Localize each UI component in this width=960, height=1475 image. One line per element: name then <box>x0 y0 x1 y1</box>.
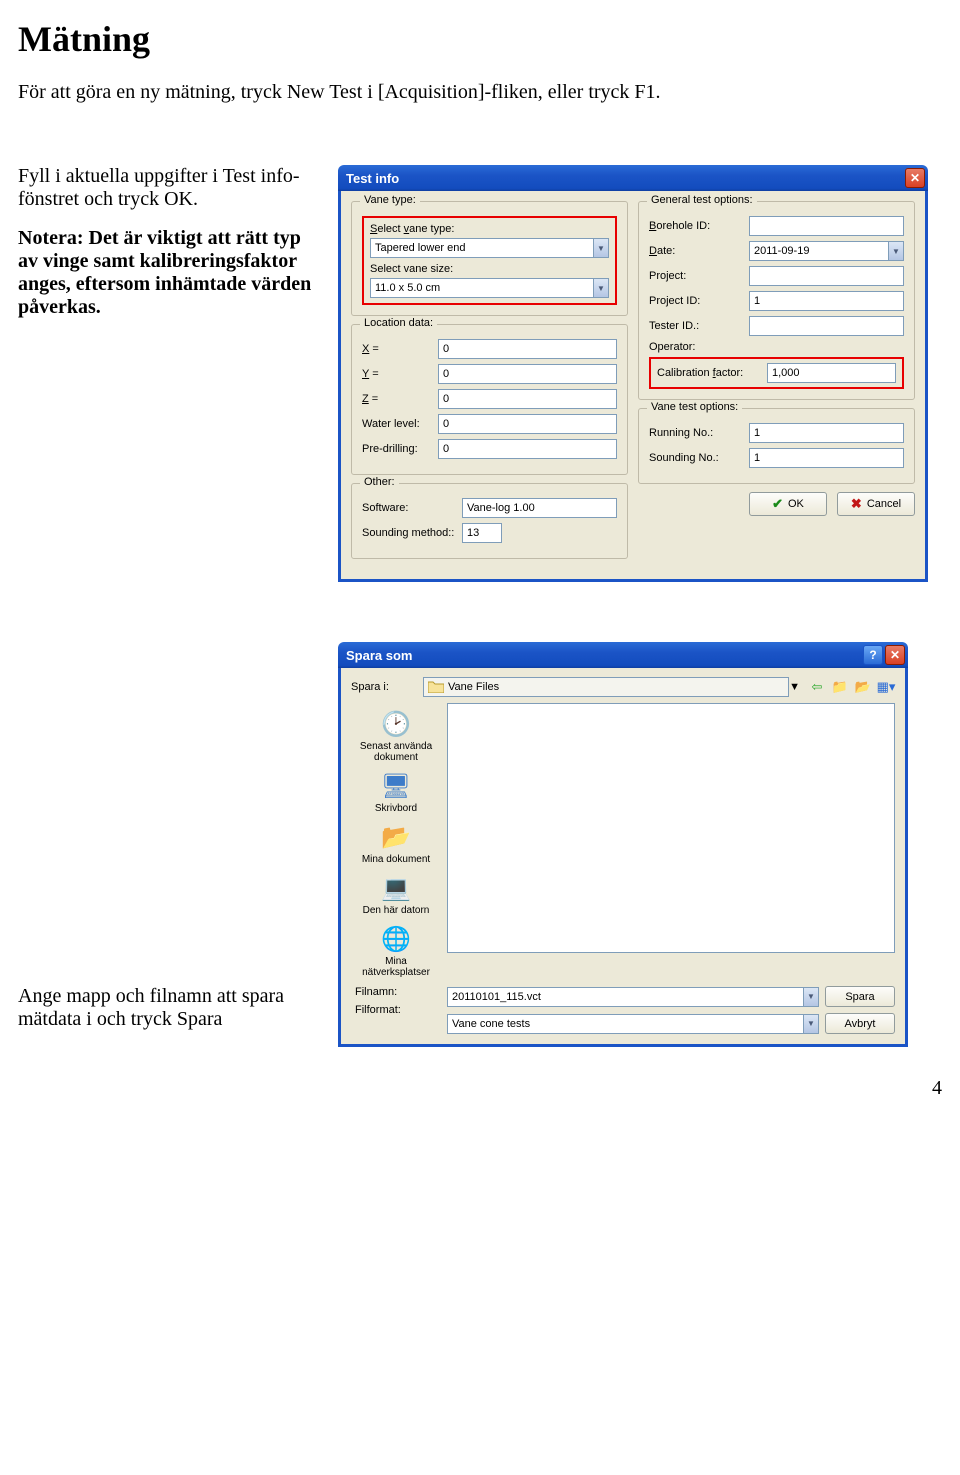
chevron-down-icon[interactable]: ▼ <box>789 681 800 693</box>
cancel-save-button[interactable]: Avbryt <box>825 1013 895 1034</box>
date-select[interactable]: 2011-09-19▼ <box>749 241 904 261</box>
projectid-input[interactable]: 1 <box>749 291 904 311</box>
ok-button[interactable]: ✔OK <box>749 492 827 516</box>
close-icon[interactable]: ✕ <box>885 645 905 665</box>
calibration-input[interactable]: 1,000 <box>767 363 896 383</box>
check-icon: ✔ <box>772 496 783 512</box>
project-input[interactable] <box>749 266 904 286</box>
new-folder-icon[interactable]: 📂 <box>854 678 872 696</box>
help-icon[interactable]: ? <box>863 645 883 665</box>
page-number: 4 <box>18 1077 942 1100</box>
save-button[interactable]: Spara <box>825 986 895 1007</box>
vane-type-group: Vane type: Select vane type: Tapered low… <box>351 201 628 316</box>
borehole-input[interactable] <box>749 216 904 236</box>
save-in-select[interactable]: Vane Files ▼ <box>423 676 800 697</box>
vane-type-select[interactable]: Tapered lower end▼ <box>370 238 609 258</box>
general-group: General test options: Borehole ID: Date:… <box>638 201 915 400</box>
note-text: Notera: Det är viktigt att rätt typ av v… <box>18 227 318 319</box>
folder-icon <box>428 680 444 693</box>
vane-size-select[interactable]: 11.0 x 5.0 cm▼ <box>370 278 609 298</box>
network-icon: 🌐 <box>381 924 411 954</box>
filename-label: Filnamn: <box>355 986 397 998</box>
place-desktop[interactable]: 🖥Skrivbord <box>351 769 441 816</box>
views-icon[interactable]: ▦▾ <box>877 678 895 696</box>
test-info-titlebar[interactable]: Test info ✕ <box>338 165 928 191</box>
mydocs-icon: 📂 <box>381 822 411 852</box>
chevron-down-icon[interactable]: ▼ <box>888 241 904 261</box>
vane-options-group: Vane test options: Running No.:1 Soundin… <box>638 408 915 484</box>
place-mydocs[interactable]: 📂Mina dokument <box>351 820 441 867</box>
test-info-title: Test info <box>346 171 903 186</box>
save-dialog: Spara som ? ✕ Spara i: Vane Files ▼ ⇦ 📁 … <box>338 642 908 1047</box>
up-folder-icon[interactable]: 📁 <box>831 678 849 696</box>
test-info-dialog: Test info ✕ Vane type: Select vane type:… <box>338 165 928 582</box>
save-title: Spara som <box>346 648 861 663</box>
x-input[interactable]: 0 <box>438 339 617 359</box>
filetype-select[interactable]: Vane cone tests▼ <box>447 1013 819 1034</box>
other-legend: Other: <box>360 476 399 488</box>
filename-input[interactable]: 20110101_115.vct▼ <box>447 986 819 1007</box>
chevron-down-icon[interactable]: ▼ <box>593 238 609 258</box>
close-icon[interactable]: ✕ <box>905 168 925 188</box>
chevron-down-icon[interactable]: ▼ <box>803 1014 819 1034</box>
vane-type-legend: Vane type: <box>360 194 420 206</box>
intro-text: För att göra en ny mätning, tryck New Te… <box>18 80 942 105</box>
place-recent[interactable]: 🕑Senast använda dokument <box>351 707 441 765</box>
location-group: Location data: X =0 Y =0 Z =0 Water leve… <box>351 324 628 475</box>
save-titlebar[interactable]: Spara som ? ✕ <box>338 642 908 668</box>
water-input[interactable]: 0 <box>438 414 617 434</box>
filetype-label: Filformat: <box>355 1004 401 1016</box>
x-icon: ✖ <box>851 496 862 512</box>
z-input[interactable]: 0 <box>438 389 617 409</box>
general-legend: General test options: <box>647 194 757 206</box>
testerid-input[interactable] <box>749 316 904 336</box>
vane-options-legend: Vane test options: <box>647 401 742 413</box>
cancel-button[interactable]: ✖Cancel <box>837 492 915 516</box>
place-network[interactable]: 🌐Mina nätverksplatser <box>351 922 441 980</box>
sounding-input[interactable]: 1 <box>749 448 904 468</box>
page-title: Mätning <box>18 18 942 60</box>
running-input[interactable]: 1 <box>749 423 904 443</box>
back-icon[interactable]: ⇦ <box>808 678 826 696</box>
location-legend: Location data: <box>360 317 437 329</box>
place-computer[interactable]: 💻Den här datorn <box>351 871 441 918</box>
desktop-icon: 🖥 <box>381 771 411 801</box>
other-group: Other: Software:Vane-log 1.00 Sounding m… <box>351 483 628 559</box>
software-input[interactable]: Vane-log 1.00 <box>462 498 617 518</box>
predrill-input[interactable]: 0 <box>438 439 617 459</box>
recent-icon: 🕑 <box>381 709 411 739</box>
operator-label: Operator: <box>649 341 904 353</box>
computer-icon: 💻 <box>381 873 411 903</box>
save-text: Ange mapp och filnamn att spara mätdata … <box>18 985 318 1031</box>
chevron-down-icon[interactable]: ▼ <box>593 278 609 298</box>
sounding-method-input[interactable]: 13 <box>462 523 502 543</box>
chevron-down-icon[interactable]: ▼ <box>803 987 819 1007</box>
save-in-label: Spara i: <box>351 681 415 693</box>
y-input[interactable]: 0 <box>438 364 617 384</box>
fill-text: Fyll i aktuella uppgifter i Test info-fö… <box>18 165 318 211</box>
file-list[interactable] <box>447 703 895 953</box>
